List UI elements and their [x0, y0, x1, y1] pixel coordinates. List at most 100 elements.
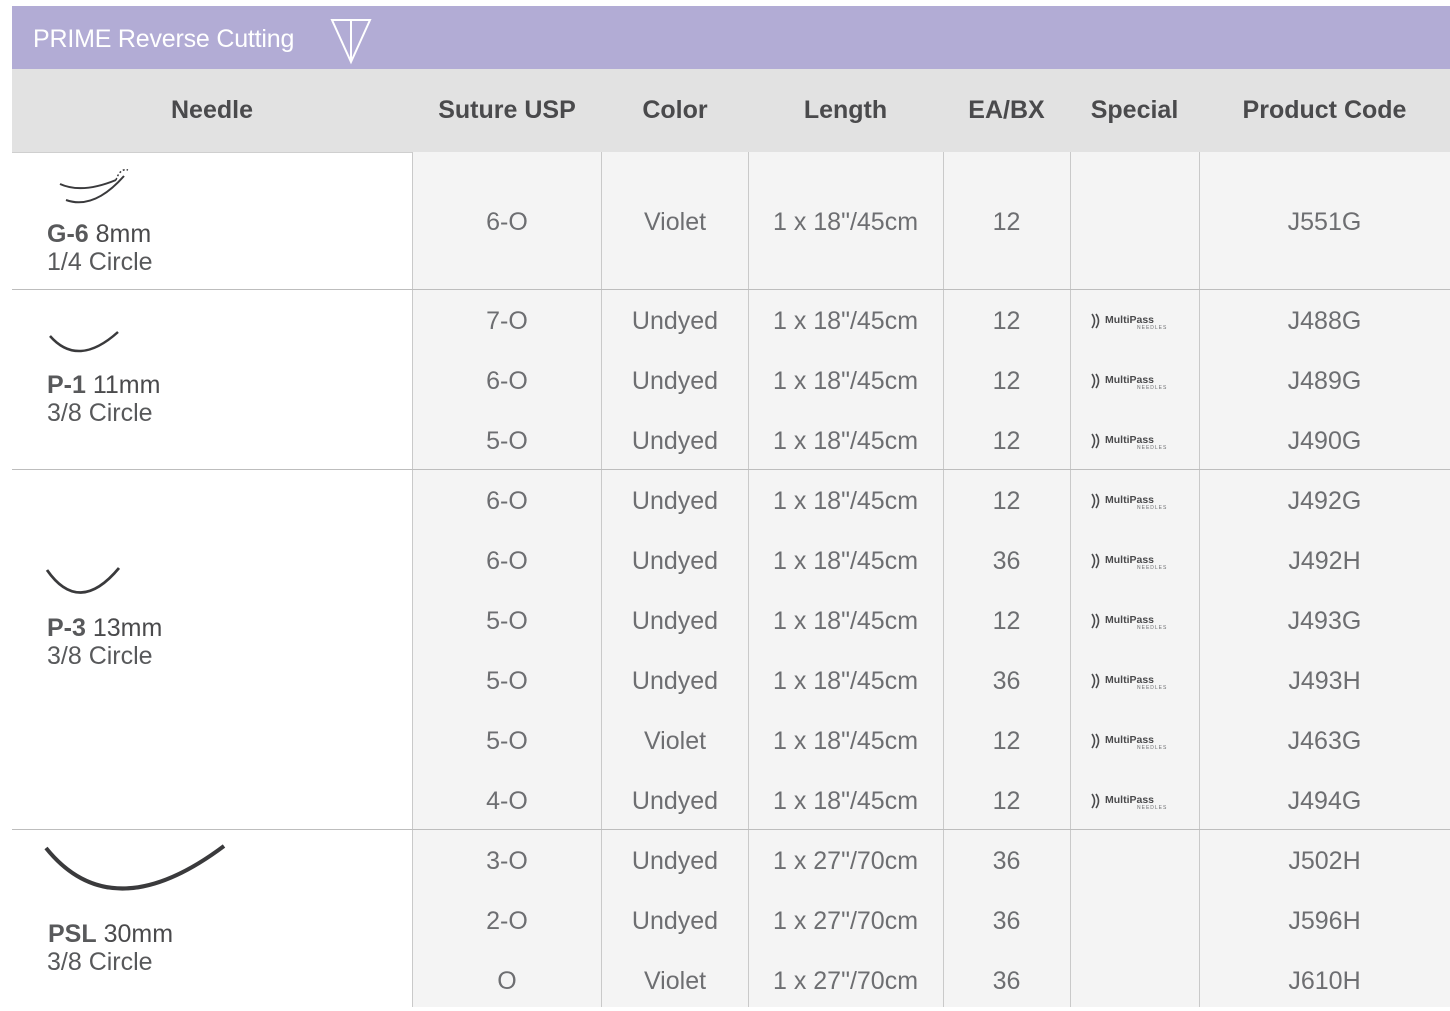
cell-product-code: J463G: [1287, 727, 1362, 755]
cell-length: 1 x 18"/45cm: [772, 427, 919, 455]
cell-suture-usp: 3-O: [486, 847, 528, 875]
needle-name-p3: P-3 13mm: [47, 614, 163, 642]
cell-color: Undyed: [631, 847, 719, 875]
p3-needle-icon: [45, 567, 121, 594]
needle-name-psl: PSL 30mm: [48, 920, 174, 948]
cell-length: 1 x 27"/70cm: [772, 967, 919, 995]
cell-product-code: J492H: [1288, 547, 1361, 575]
cell-product-code: J489G: [1287, 367, 1362, 395]
cell-suture-usp: 5-O: [486, 427, 528, 455]
cell-product-code: J490G: [1287, 427, 1362, 455]
cell-suture-usp: 5-O: [486, 607, 528, 635]
p1-needle-icon: [49, 331, 119, 353]
cell-ea-bx: 36: [992, 847, 1021, 875]
cell-product-code: J494G: [1287, 787, 1362, 815]
column-header-product-code: Product Code: [1242, 96, 1407, 124]
cell-color: Undyed: [631, 487, 719, 515]
svg-text:NEEDLES: NEEDLES: [1137, 625, 1167, 631]
cell-color: Undyed: [631, 307, 719, 335]
cell-length: 1 x 18"/45cm: [772, 607, 919, 635]
cell-color: Undyed: [631, 367, 719, 395]
svg-text:NEEDLES: NEEDLES: [1137, 685, 1167, 691]
multipass-needles-logo: MultiPass NEEDLES: [1070, 531, 1199, 591]
cell-color: Undyed: [631, 607, 719, 635]
cell-suture-usp: 2-O: [486, 907, 528, 935]
cell-suture-usp: 5-O: [486, 667, 528, 695]
cell-product-code: J493G: [1287, 607, 1362, 635]
g6-needle-icon: [59, 168, 129, 204]
cell-ea-bx: 12: [992, 307, 1021, 335]
cell-ea-bx: 36: [992, 667, 1021, 695]
cell-suture-usp: 6-O: [486, 547, 528, 575]
cell-product-code: J492G: [1287, 487, 1362, 515]
multipass-needles-logo: MultiPass NEEDLES: [1070, 651, 1199, 711]
column-header-length: Length: [803, 96, 888, 124]
column-header-color: Color: [642, 96, 708, 124]
needle-curve-p1: 3/8 Circle: [47, 399, 153, 427]
cell-ea-bx: 12: [992, 208, 1021, 236]
cell-length: 1 x 18"/45cm: [772, 208, 919, 236]
svg-text:NEEDLES: NEEDLES: [1137, 385, 1167, 391]
column-header-suture-usp: Suture USP: [438, 96, 576, 124]
multipass-needles-logo: MultiPass NEEDLES: [1070, 771, 1199, 831]
cell-suture-usp: 6-O: [486, 208, 528, 236]
column-header-needle: Needle: [171, 96, 253, 124]
cell-suture-usp: 5-O: [486, 727, 528, 755]
svg-text:NEEDLES: NEEDLES: [1137, 565, 1167, 571]
multipass-needles-logo: MultiPass NEEDLES: [1070, 591, 1199, 651]
svg-text:NEEDLES: NEEDLES: [1137, 445, 1167, 451]
cell-length: 1 x 18"/45cm: [772, 367, 919, 395]
needle-curve-g6: 1/4 Circle: [47, 248, 153, 276]
cell-color: Undyed: [631, 427, 719, 455]
needle-name-g6: G-6 8mm: [47, 220, 152, 248]
cell-ea-bx: 12: [992, 367, 1021, 395]
multipass-needles-logo: MultiPass NEEDLES: [1070, 411, 1199, 471]
needle-curve-psl: 3/8 Circle: [47, 948, 153, 976]
column-header-ea-bx: EA/BX: [968, 96, 1045, 124]
cell-length: 1 x 18"/45cm: [772, 307, 919, 335]
svg-text:NEEDLES: NEEDLES: [1137, 805, 1167, 811]
cell-ea-bx: 12: [992, 427, 1021, 455]
cell-ea-bx: 36: [992, 907, 1021, 935]
table-body: G-6 8mm 1/4 Circle 6-O Violet 1 x 18"/45…: [12, 152, 1450, 1007]
cell-suture-usp: 4-O: [486, 787, 528, 815]
cell-product-code: J493H: [1288, 667, 1361, 695]
svg-text:NEEDLES: NEEDLES: [1137, 505, 1167, 511]
cell-suture-usp: O: [497, 967, 517, 995]
cell-color: Undyed: [631, 787, 719, 815]
cell-length: 1 x 27"/70cm: [772, 907, 919, 935]
multipass-needles-logo: MultiPass NEEDLES: [1070, 711, 1199, 771]
cell-length: 1 x 18"/45cm: [772, 727, 919, 755]
section-title: PRIME Reverse Cutting: [33, 25, 295, 53]
cell-length: 1 x 18"/45cm: [772, 667, 919, 695]
cell-ea-bx: 12: [992, 727, 1021, 755]
cell-product-code: J488G: [1287, 307, 1362, 335]
svg-text:NEEDLES: NEEDLES: [1137, 745, 1167, 751]
cell-length: 1 x 18"/45cm: [772, 487, 919, 515]
multipass-needles-logo: MultiPass NEEDLES: [1070, 291, 1199, 351]
cell-color: Undyed: [631, 907, 719, 935]
table-header: Needle Suture USP Color Length EA/BX Spe…: [12, 69, 1450, 153]
group-divider: [12, 289, 1450, 290]
cell-color: Violet: [643, 967, 707, 995]
cell-ea-bx: 12: [992, 607, 1021, 635]
reverse-cutting-triangle-icon: [330, 19, 372, 65]
cell-product-code: J596H: [1288, 907, 1361, 935]
cell-ea-bx: 36: [992, 967, 1021, 995]
psl-needle-icon: [44, 844, 226, 891]
svg-text:NEEDLES: NEEDLES: [1137, 325, 1167, 331]
cell-color: Undyed: [631, 547, 719, 575]
cell-color: Violet: [643, 727, 707, 755]
multipass-needles-logo: MultiPass NEEDLES: [1070, 471, 1199, 531]
column-header-special: Special: [1090, 96, 1179, 124]
section-banner: PRIME Reverse Cutting: [12, 6, 1450, 69]
cell-color: Undyed: [631, 667, 719, 695]
cell-suture-usp: 6-O: [486, 367, 528, 395]
cell-color: Violet: [643, 208, 707, 236]
cell-suture-usp: 6-O: [486, 487, 528, 515]
cell-product-code: J551G: [1287, 208, 1362, 236]
cell-length: 1 x 18"/45cm: [772, 547, 919, 575]
cell-product-code: J610H: [1288, 967, 1361, 995]
needle-curve-p3: 3/8 Circle: [47, 642, 153, 670]
cell-ea-bx: 12: [992, 787, 1021, 815]
